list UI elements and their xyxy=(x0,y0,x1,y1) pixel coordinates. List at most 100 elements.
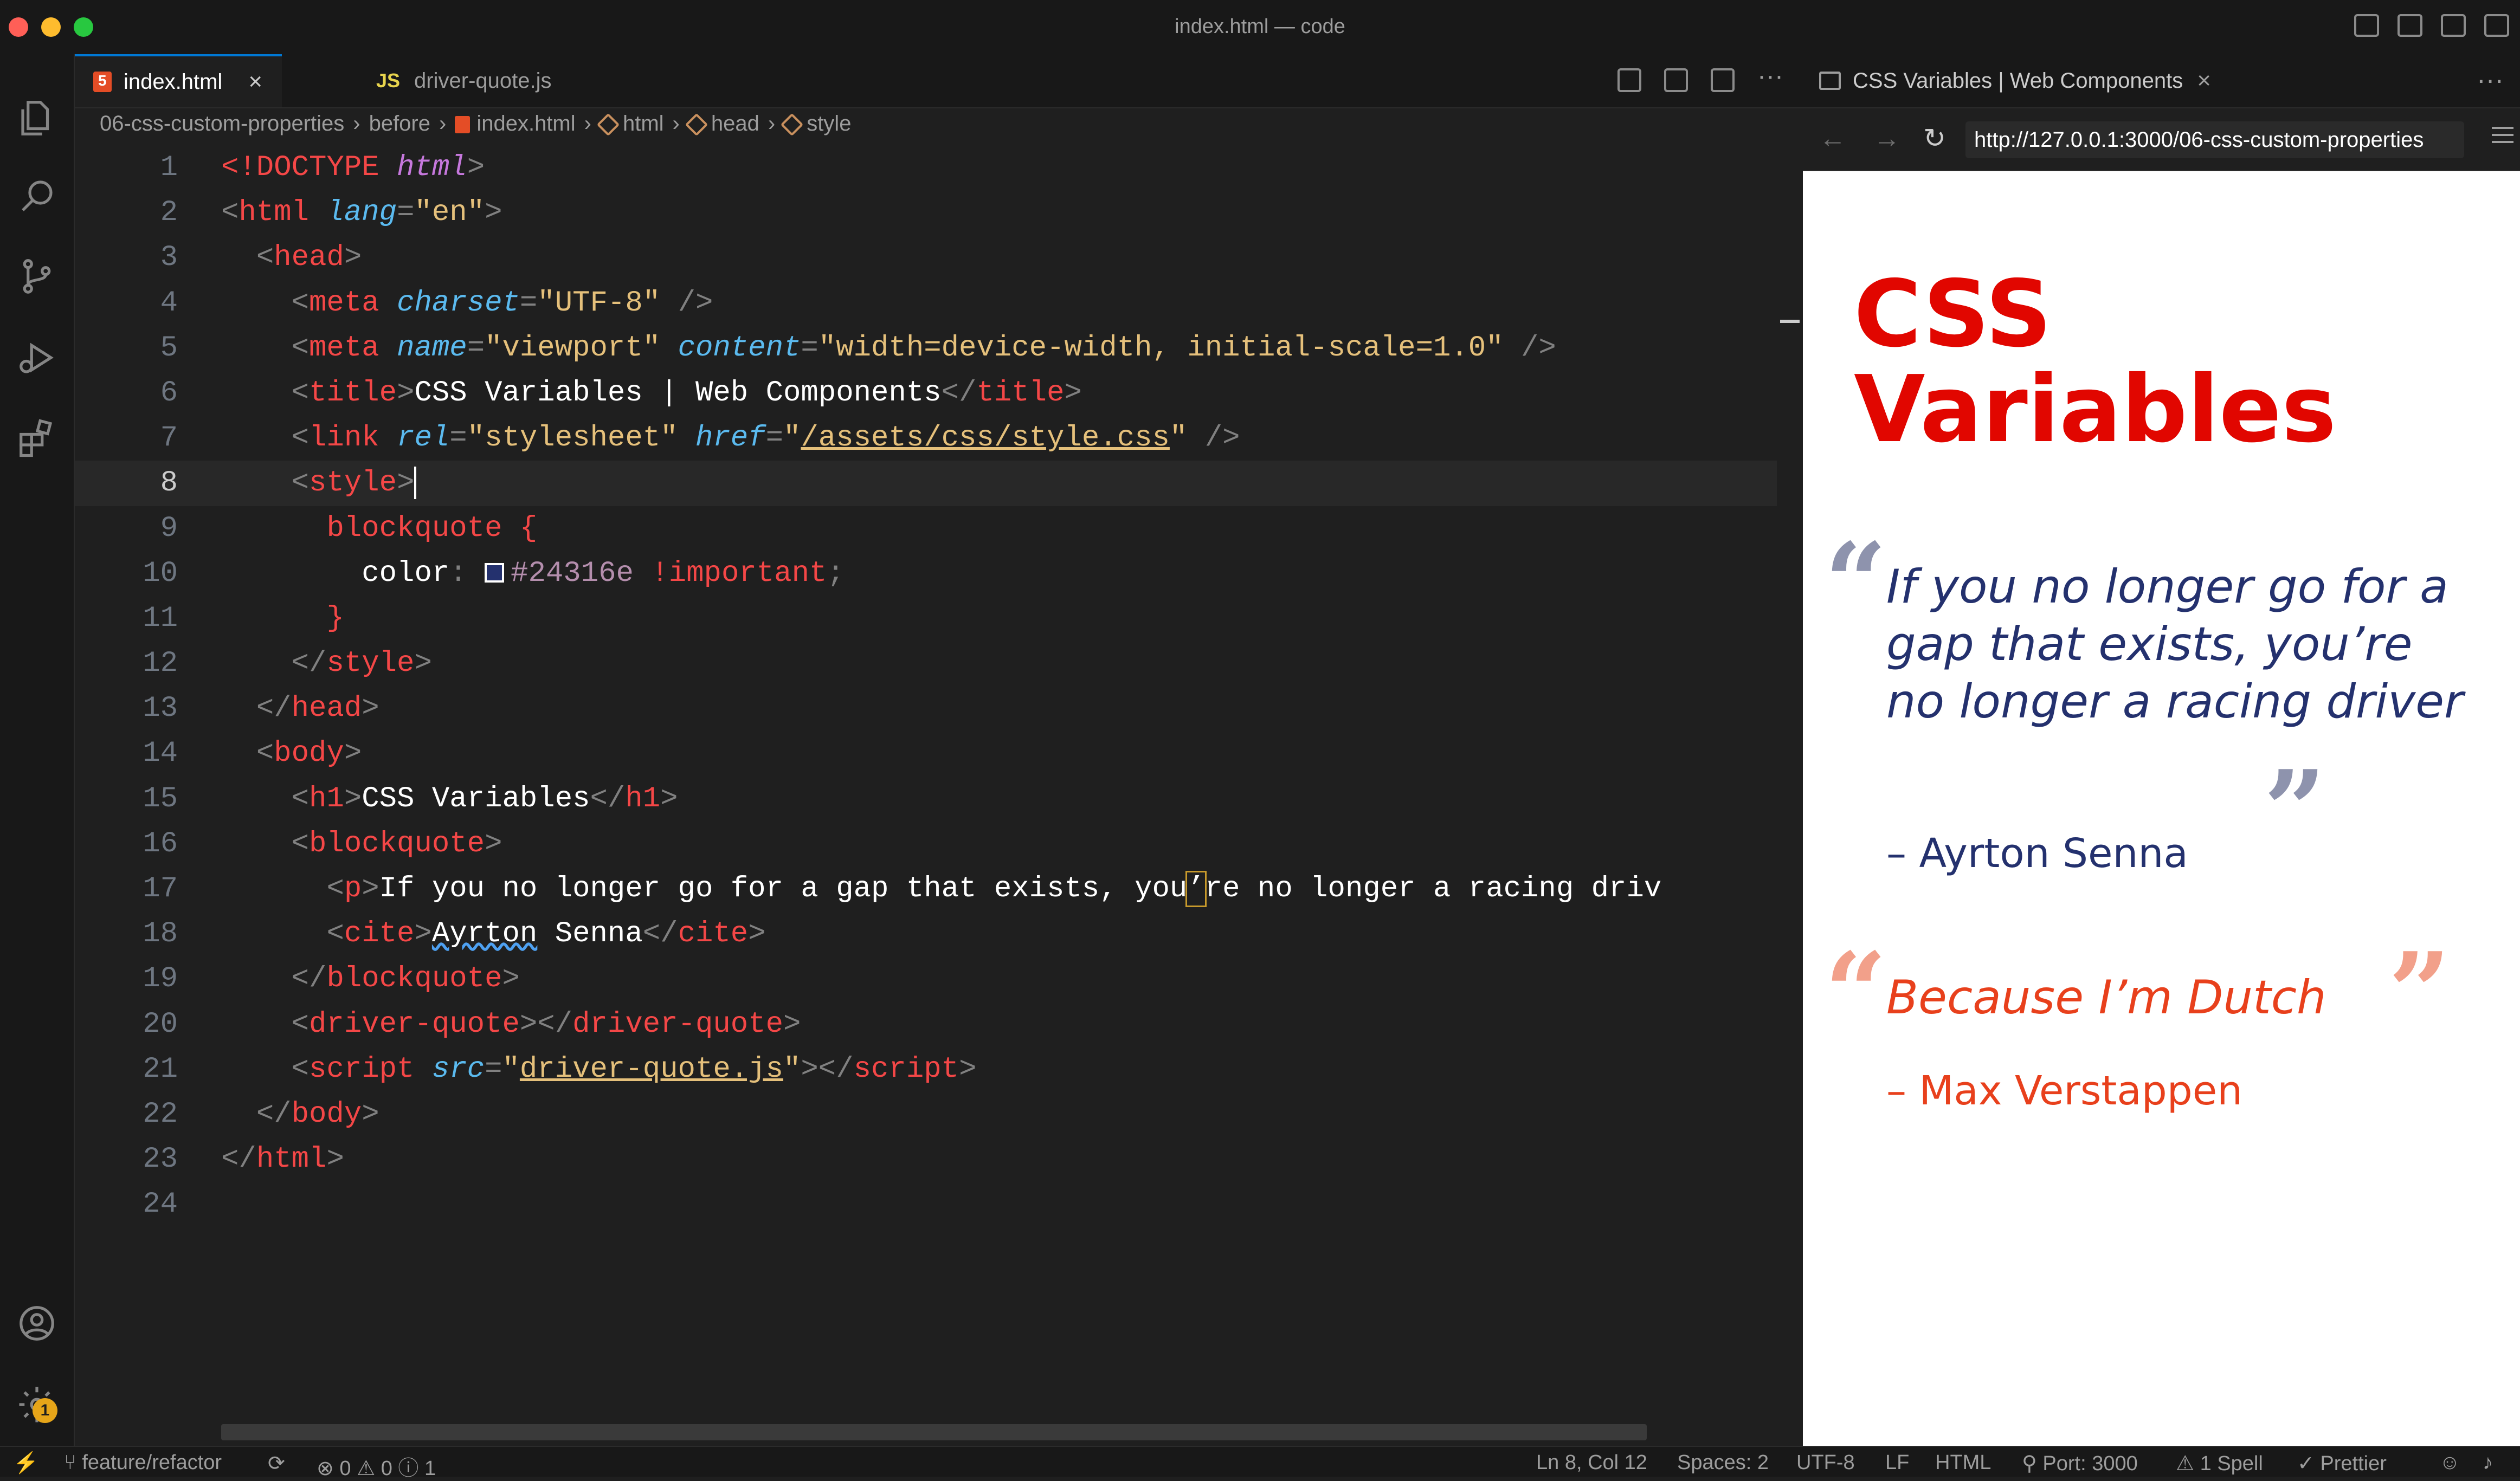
editor-actions: ··· xyxy=(1617,63,1783,92)
text-cursor xyxy=(414,467,417,500)
indentation[interactable]: Spaces: 2 xyxy=(1677,1451,1769,1474)
breadcrumb: 06-css-custom-properties › before › index.ht… xyxy=(100,112,852,137)
line-number: 14 xyxy=(143,737,178,771)
code-editor[interactable]: 1 <!DOCTYPE html> 2 <html lang="en"> 3 <he… xyxy=(75,145,1777,1227)
encoding[interactable]: UTF-8 xyxy=(1796,1451,1855,1474)
language-mode[interactable]: HTML xyxy=(1935,1451,1991,1474)
line-number: 6 xyxy=(160,376,178,410)
line-number: 18 xyxy=(143,917,178,951)
settings-badge: 1 xyxy=(33,1398,57,1423)
line-number: 8 xyxy=(160,467,178,500)
status-bar: ⚡ ⑂ feature/refactor ⟳ ⊗ 0 ⚠ 0 ⓘ 1 Ln 8,… xyxy=(0,1446,2520,1480)
code-line: 23 </html> xyxy=(75,1137,1777,1182)
browser-icon xyxy=(1819,72,1841,90)
line-number: 2 xyxy=(160,196,178,230)
breadcrumb-item[interactable]: head xyxy=(711,112,759,135)
line-number: 5 xyxy=(160,331,178,365)
vertical-scrollbar[interactable] xyxy=(1777,145,1799,1446)
branch-indicator[interactable]: ⑂ feature/refactor xyxy=(64,1451,222,1474)
breadcrumb-item[interactable]: html xyxy=(623,112,664,135)
code-line: 16 <blockquote> xyxy=(75,822,1777,866)
line-number: 3 xyxy=(160,241,178,275)
prettier-indicator[interactable]: ✓ Prettier xyxy=(2297,1451,2387,1476)
reload-icon[interactable]: ↻ xyxy=(1923,122,1946,154)
browser-tab-title: CSS Variables | Web Components xyxy=(1853,68,2183,93)
run-debug-icon[interactable] xyxy=(11,332,63,384)
toggle-secondary-sidebar-icon[interactable] xyxy=(2441,14,2466,37)
toggle-primary-sidebar-icon[interactable] xyxy=(2354,14,2379,37)
code-line: 1 <!DOCTYPE html> xyxy=(75,145,1777,190)
code-line: 6 <title>CSS Variables | Web Components<… xyxy=(75,371,1777,416)
line-number: 4 xyxy=(160,286,178,320)
customize-layout-icon[interactable] xyxy=(2484,14,2509,37)
more-actions-icon[interactable]: ··· xyxy=(2477,64,2504,95)
code-line: 24 xyxy=(75,1182,1777,1227)
line-number: 15 xyxy=(143,782,178,816)
line-number: 12 xyxy=(143,647,178,681)
breadcrumb-item[interactable]: 06-css-custom-properties xyxy=(100,112,344,135)
line-number: 16 xyxy=(143,827,178,861)
element-icon xyxy=(685,113,708,137)
back-arrow-icon[interactable]: ← xyxy=(1819,122,1846,154)
open-preview-icon[interactable] xyxy=(1664,68,1688,92)
line-number: 21 xyxy=(143,1052,178,1086)
problems-indicator[interactable]: ⊗ 0 ⚠ 0 ⓘ 1 xyxy=(317,1451,436,1481)
breadcrumb-item[interactable]: before xyxy=(369,112,430,135)
extensions-icon[interactable] xyxy=(11,412,63,464)
line-ending[interactable]: LF xyxy=(1885,1451,1909,1474)
tab-index-html[interactable]: index.html × xyxy=(75,54,282,107)
page-heading: CSS Variables xyxy=(1854,261,2337,463)
code-line: 9 blockquote { xyxy=(75,506,1777,551)
search-icon[interactable] xyxy=(11,170,63,222)
code-line: 12 </style> xyxy=(75,641,1777,686)
code-line: 11 } xyxy=(75,596,1777,641)
browser-tab[interactable]: CSS Variables | Web Components × xyxy=(1803,54,2211,107)
browser-tabs: CSS Variables | Web Components × ··· xyxy=(1803,54,2520,108)
breadcrumb-item[interactable]: index.html xyxy=(476,112,575,135)
accounts-icon[interactable] xyxy=(11,1297,63,1349)
url-bar[interactable]: http://127.0.0.1:3000/06-css-custom-prop… xyxy=(1965,121,2464,158)
breadcrumb-item[interactable]: style xyxy=(807,112,851,135)
line-number: 1 xyxy=(160,151,178,184)
split-editor-icon[interactable] xyxy=(1711,68,1735,92)
code-line: 3 <head> xyxy=(75,235,1777,280)
feedback-icon[interactable]: ☺ xyxy=(2439,1451,2460,1474)
horizontal-scrollbar[interactable] xyxy=(221,1424,1647,1440)
tab-label: driver-quote.js xyxy=(414,68,552,93)
close-tab-icon[interactable]: × xyxy=(248,68,262,95)
line-number: 20 xyxy=(143,1007,178,1041)
code-line-current: 8 <style> xyxy=(75,461,1777,506)
sync-icon[interactable]: ⟳ xyxy=(268,1451,285,1476)
line-number: 10 xyxy=(143,557,178,590)
html-file-icon xyxy=(93,72,112,92)
element-icon xyxy=(596,113,620,137)
code-line: 4 <meta charset="UTF-8" /> xyxy=(75,281,1777,326)
more-actions-icon[interactable]: ··· xyxy=(1757,63,1783,92)
close-quote-icon: ” xyxy=(2264,747,2326,874)
source-control-icon[interactable] xyxy=(11,250,63,302)
line-number: 17 xyxy=(143,872,178,906)
toggle-panel-icon[interactable] xyxy=(2397,14,2422,37)
remote-icon[interactable]: ⚡ xyxy=(13,1451,38,1475)
code-line: 14 <body> xyxy=(75,731,1777,776)
code-line: 15 <h1>CSS Variables</h1> xyxy=(75,777,1777,822)
code-line: 2 <html lang="en"> xyxy=(75,190,1777,235)
layout-controls xyxy=(2354,14,2509,37)
tab-driver-quote-js[interactable]: JS driver-quote.js xyxy=(292,54,563,107)
notifications-icon[interactable]: ♪ xyxy=(2483,1451,2493,1474)
editor-tabs: index.html × JS driver-quote.js ··· xyxy=(75,54,1803,108)
line-number: 11 xyxy=(143,602,178,635)
spell-indicator[interactable]: ⚠ 1 Spell xyxy=(2176,1451,2263,1476)
html-file-icon xyxy=(455,116,471,134)
timeline-icon[interactable] xyxy=(1617,68,1641,92)
color-swatch[interactable] xyxy=(485,563,505,583)
menu-icon[interactable] xyxy=(2492,127,2513,148)
element-icon xyxy=(780,113,804,137)
close-tab-icon[interactable]: × xyxy=(2197,67,2211,94)
forward-arrow-icon[interactable]: → xyxy=(1873,122,1900,154)
code-line: 21 <script src="driver-quote.js"></scrip… xyxy=(75,1047,1777,1092)
explorer-icon[interactable] xyxy=(11,92,63,144)
tab-label: index.html xyxy=(124,69,223,94)
port-indicator[interactable]: ⚲ Port: 3000 xyxy=(2022,1451,2138,1476)
cursor-position[interactable]: Ln 8, Col 12 xyxy=(1536,1451,1647,1474)
